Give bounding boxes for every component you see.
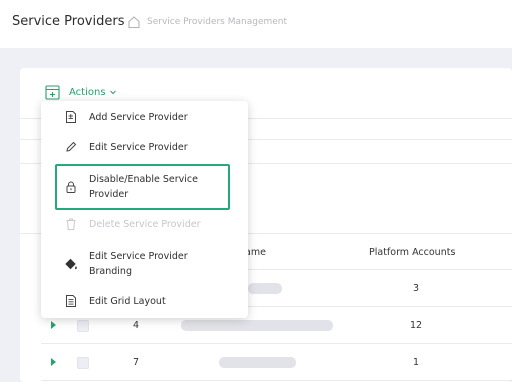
breadcrumb[interactable]: Service Providers Management bbox=[147, 17, 287, 27]
menu-item-label: Add Service Provider bbox=[89, 111, 188, 123]
lock-icon bbox=[66, 181, 76, 193]
row-checkbox[interactable] bbox=[77, 357, 89, 369]
menu-item-label: Disable/Enable Service Provider bbox=[89, 174, 198, 200]
redacted-name bbox=[219, 357, 296, 368]
column-header-name[interactable]: ame bbox=[245, 247, 266, 258]
row-platform-accounts: 3 bbox=[412, 283, 420, 294]
pencil-icon bbox=[66, 141, 77, 152]
divider bbox=[41, 380, 512, 381]
divider bbox=[41, 343, 512, 344]
expand-row-icon[interactable] bbox=[51, 358, 56, 366]
menu-item-label: Edit Service Provider bbox=[89, 141, 188, 153]
menu-item-disable-enable-service-provider[interactable]: Disable/Enable Service Provider bbox=[41, 168, 248, 206]
row-checkbox[interactable] bbox=[77, 320, 89, 332]
home-icon[interactable] bbox=[127, 15, 141, 29]
menu-item-edit-grid-layout[interactable]: Edit Grid Layout bbox=[41, 286, 248, 316]
row-id: 4 bbox=[132, 320, 140, 331]
document-list-icon bbox=[66, 295, 76, 307]
row-platform-accounts: 12 bbox=[409, 320, 423, 331]
row-id: 7 bbox=[132, 357, 140, 368]
trash-icon bbox=[66, 218, 76, 230]
actions-label: Actions bbox=[69, 86, 106, 98]
menu-item-label: Edit Grid Layout bbox=[89, 295, 166, 307]
column-header-platform-accounts[interactable]: Platform Accounts bbox=[369, 247, 455, 258]
grid-add-icon bbox=[45, 84, 60, 100]
paint-bucket-icon bbox=[65, 258, 77, 270]
expand-row-icon[interactable] bbox=[51, 321, 56, 329]
page-title: Service Providers bbox=[12, 14, 125, 29]
top-bar: Service Providers Service Providers Mana… bbox=[0, 0, 512, 48]
redacted-name bbox=[181, 320, 333, 331]
actions-menu: Add Service Provider Edit Service Provid… bbox=[41, 101, 248, 318]
menu-item-label: Edit Service Provider Branding bbox=[89, 251, 188, 277]
add-document-icon bbox=[66, 111, 76, 123]
menu-item-add-service-provider[interactable]: Add Service Provider bbox=[41, 102, 248, 132]
redacted-name bbox=[248, 283, 282, 294]
actions-button[interactable]: Actions bbox=[45, 83, 117, 101]
chevron-down-icon bbox=[109, 90, 116, 95]
menu-item-delete-service-provider[interactable]: Delete Service Provider bbox=[41, 209, 248, 239]
menu-item-edit-service-provider-branding[interactable]: Edit Service Provider Branding bbox=[41, 245, 248, 283]
menu-item-label: Delete Service Provider bbox=[89, 218, 201, 230]
menu-item-edit-service-provider[interactable]: Edit Service Provider bbox=[41, 132, 248, 162]
row-platform-accounts: 1 bbox=[412, 357, 420, 368]
